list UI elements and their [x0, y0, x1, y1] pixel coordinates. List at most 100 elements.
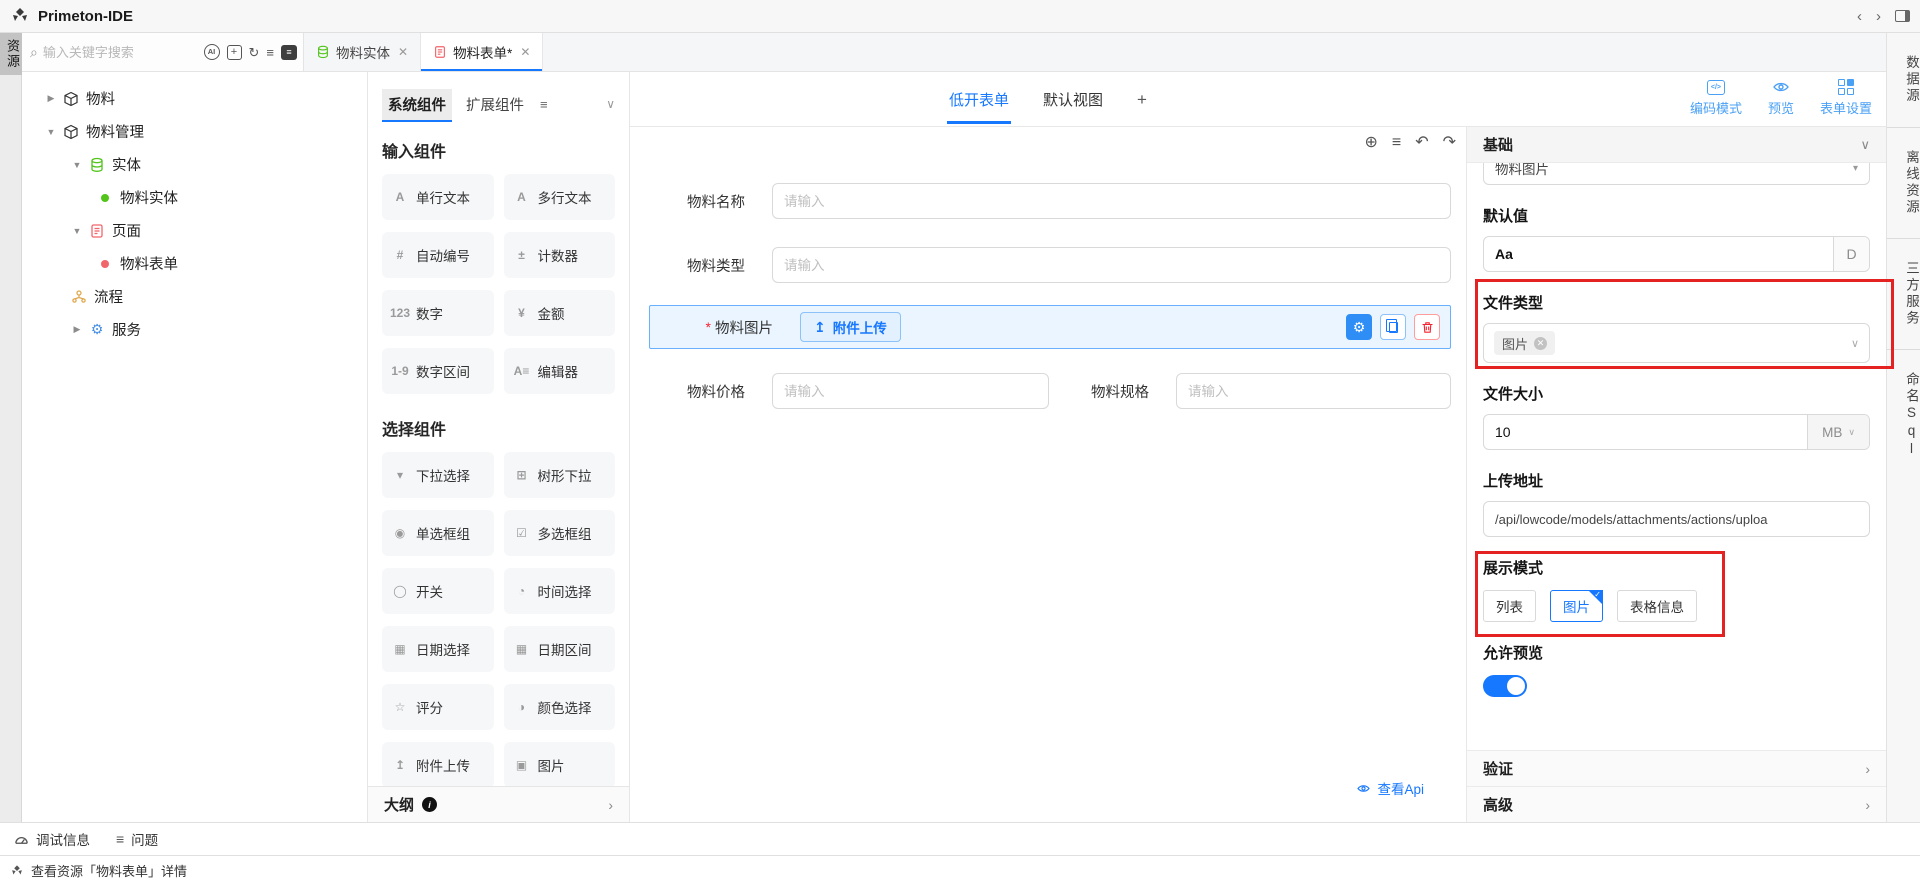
component-tile-dropdown[interactable]: ▾下拉选择	[382, 452, 494, 498]
nav-forward-icon[interactable]: ›	[1876, 9, 1881, 24]
chevron-right-icon[interactable]: ›	[1865, 797, 1870, 813]
tree-item-page-group[interactable]: ▼ 页面	[22, 214, 367, 247]
tree-item-entity-group[interactable]: ▼ 实体	[22, 148, 367, 181]
component-tile-date-picker[interactable]: ▦日期选择	[382, 626, 494, 672]
material-name-input[interactable]	[772, 183, 1451, 219]
close-tab-icon[interactable]: ✕	[398, 45, 408, 59]
caret-expanded-icon[interactable]: ▼	[70, 160, 84, 170]
caret-collapsed-icon[interactable]: ▶	[70, 324, 84, 335]
bound-field-select[interactable]: 物料图片 ▾	[1483, 163, 1870, 185]
strip-offline-resources-tab[interactable]: 离线资源	[1887, 128, 1920, 239]
redo-icon[interactable]: ↷	[1443, 135, 1456, 151]
strip-named-sql-tab[interactable]: 命名Sql	[1887, 350, 1920, 481]
material-spec-input[interactable]	[1176, 373, 1451, 409]
component-tile-attachment-upload[interactable]: ↥附件上传	[382, 742, 494, 786]
component-tile-time-picker[interactable]: ◔时间选择	[504, 568, 616, 614]
allow-preview-toggle[interactable]	[1483, 675, 1527, 697]
field-delete-button[interactable]	[1414, 314, 1440, 340]
component-tile-single-text[interactable]: A单行文本	[382, 174, 494, 220]
file-size-input[interactable]	[1484, 424, 1807, 440]
default-value-input[interactable]	[1484, 246, 1833, 262]
field-row-material-name[interactable]: 物料名称	[630, 183, 1451, 219]
problems-button[interactable]: ≡ 问题	[116, 829, 158, 849]
group-validate-header[interactable]: 验证 ›	[1467, 750, 1886, 786]
chevron-down-icon[interactable]: ∨	[1860, 137, 1870, 153]
material-type-input[interactable]	[772, 247, 1451, 283]
tab-material-entity[interactable]: 物料实体 ✕	[304, 33, 421, 71]
tree-item-material[interactable]: ▶ 物料	[22, 82, 367, 115]
view-api-link[interactable]: 查看Api	[1356, 778, 1424, 798]
file-type-select[interactable]: 图片 ✕ ∨	[1483, 323, 1870, 363]
caret-expanded-icon[interactable]: ▼	[70, 226, 84, 236]
component-tile-color-picker[interactable]: ◑颜色选择	[504, 684, 616, 730]
chevron-right-icon[interactable]: ›	[1865, 761, 1870, 777]
field-list-icon[interactable]: ≡	[1392, 135, 1401, 151]
search-input[interactable]	[43, 45, 197, 60]
nav-back-icon[interactable]: ‹	[1857, 9, 1862, 24]
caret-expanded-icon[interactable]: ▼	[44, 127, 58, 137]
chevron-right-icon[interactable]: ›	[608, 797, 613, 813]
layout-panel-icon[interactable]	[1895, 10, 1910, 22]
component-tile-counter[interactable]: ±计数器	[504, 232, 616, 278]
component-tile-amount[interactable]: ¥金额	[504, 290, 616, 336]
upload-url-input[interactable]	[1484, 512, 1869, 527]
component-tile-rating[interactable]: ☆评分	[382, 684, 494, 730]
component-tile-radio-group[interactable]: ◉单选框组	[382, 510, 494, 556]
field-material-price[interactable]: 物料价格	[630, 373, 1049, 409]
file-size-unit-select[interactable]: MB ∨	[1807, 415, 1869, 449]
debug-info-button[interactable]: 调试信息	[14, 829, 90, 849]
view-tab-lowcode-form[interactable]: 低开表单	[947, 75, 1011, 124]
component-tile-multi-text[interactable]: A多行文本	[504, 174, 616, 220]
outline-bar[interactable]: 大纲 i ›	[368, 786, 629, 822]
caret-collapsed-icon[interactable]: ▶	[44, 93, 58, 104]
component-tile-number-range[interactable]: 1-9数字区间	[382, 348, 494, 394]
preview-button[interactable]: 预览	[1768, 78, 1794, 117]
component-tile-auto-number[interactable]: #自动编号	[382, 232, 494, 278]
data-view-icon[interactable]: ≡	[281, 45, 297, 60]
refresh-icon[interactable]: ↻	[249, 46, 260, 59]
tree-item-material-entity[interactable]: 物料实体	[22, 181, 367, 214]
attachment-upload-button[interactable]: ↥ 附件上传	[800, 312, 901, 342]
i18n-globe-icon[interactable]: ⊕	[1364, 135, 1377, 151]
tree-item-material-form[interactable]: 物料表单	[22, 247, 367, 280]
component-tile-date-range[interactable]: ▦日期区间	[504, 626, 616, 672]
component-tile-editor[interactable]: A≡编辑器	[504, 348, 616, 394]
field-row-material-image-selected[interactable]: * 物料图片 ↥ 附件上传 ⚙	[649, 305, 1451, 349]
strip-third-party-services-tab[interactable]: 三方服务	[1887, 239, 1920, 350]
new-model-icon[interactable]: +	[227, 45, 242, 60]
form-canvas[interactable]: ⊕ ≡ ↶ ↷ 物料名称 物料类型	[630, 127, 1466, 822]
tree-item-flow[interactable]: 流程	[22, 280, 367, 313]
component-tile-switch[interactable]: ◯开关	[382, 568, 494, 614]
mode-list-button[interactable]: 列表	[1483, 590, 1536, 622]
tab-material-form[interactable]: 物料表单* ✕	[421, 33, 543, 71]
code-mode-button[interactable]: </> 编码模式	[1690, 78, 1742, 117]
form-settings-button[interactable]: 表单设置	[1820, 78, 1872, 117]
close-tab-icon[interactable]: ✕	[520, 45, 530, 59]
mode-table-info-button[interactable]: 表格信息	[1617, 590, 1697, 622]
tree-item-material-mgmt[interactable]: ▼ 物料管理	[22, 115, 367, 148]
view-tab-default-view[interactable]: 默认视图	[1041, 75, 1105, 124]
default-value-addon[interactable]: D	[1833, 237, 1869, 271]
activity-resources-tab[interactable]: 资源	[0, 33, 22, 75]
undo-icon[interactable]: ↶	[1415, 135, 1428, 151]
palette-collapse-icon[interactable]: ∨	[606, 97, 615, 111]
sort-icon[interactable]: ≡	[266, 46, 274, 59]
tag-close-icon[interactable]: ✕	[1534, 337, 1547, 350]
component-tile-number[interactable]: 123数字	[382, 290, 494, 336]
field-row-material-type[interactable]: 物料类型	[630, 247, 1451, 283]
tab-system-components[interactable]: 系统组件	[382, 89, 452, 120]
group-basic-header[interactable]: 基础 ∨	[1467, 127, 1886, 163]
palette-menu-icon[interactable]: ≡	[540, 97, 548, 112]
add-view-tab[interactable]: +	[1135, 76, 1149, 124]
field-material-spec[interactable]: 物料规格	[1091, 373, 1451, 409]
tab-extended-components[interactable]: 扩展组件	[460, 89, 530, 120]
ai-icon[interactable]: AI	[204, 44, 220, 60]
group-advanced-header[interactable]: 高级 ›	[1467, 786, 1886, 822]
component-tile-image[interactable]: ▣图片	[504, 742, 616, 786]
field-settings-button[interactable]: ⚙	[1346, 314, 1372, 340]
tree-item-service[interactable]: ▶ ⚙ 服务	[22, 313, 367, 346]
component-tile-tree-select[interactable]: ⊞树形下拉	[504, 452, 616, 498]
material-price-input[interactable]	[772, 373, 1049, 409]
strip-datasource-tab[interactable]: 数据源	[1887, 33, 1920, 128]
component-tile-checkbox-group[interactable]: ☑多选框组	[504, 510, 616, 556]
